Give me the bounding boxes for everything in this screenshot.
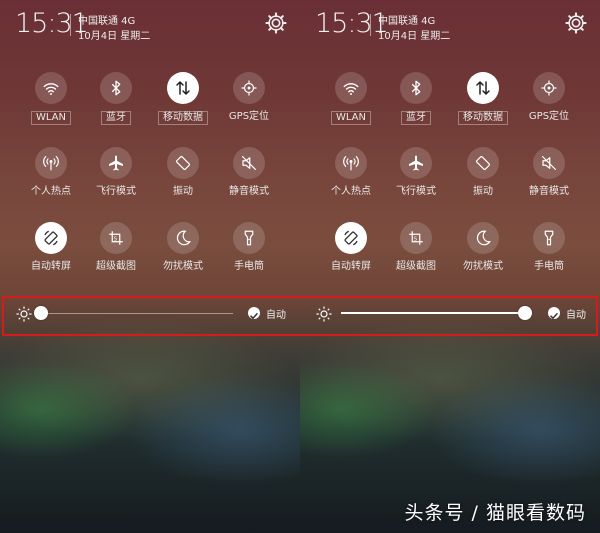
tile-label: WLAN <box>330 111 371 125</box>
tile-label: 手电筒 <box>534 261 564 272</box>
vibrate-icon <box>467 147 499 179</box>
tile-mute[interactable]: 静音模式 <box>215 147 283 198</box>
tile-label: 勿扰模式 <box>163 261 203 272</box>
mute-icon <box>233 147 265 179</box>
hotspot-icon <box>335 147 367 179</box>
mobile-data-icon <box>167 72 199 104</box>
tile-gps[interactable]: GPS定位 <box>215 72 283 123</box>
mute-icon <box>533 147 565 179</box>
screenshot-icon: S <box>400 222 432 254</box>
tile-label: 手电筒 <box>234 261 264 272</box>
tile-vibrate[interactable]: 振动 <box>449 147 517 198</box>
tile-flashlight[interactable]: 手电筒 <box>515 222 583 273</box>
tile-label: 自动转屏 <box>31 261 71 272</box>
carrier-label: 中国联通 4G <box>78 16 136 27</box>
auto-brightness-label: 自动 <box>266 310 286 321</box>
sun-icon <box>16 306 32 322</box>
auto-rotate-icon <box>35 222 67 254</box>
tile-label: 静音模式 <box>229 186 269 197</box>
brightness-slider-thumb[interactable] <box>518 306 532 320</box>
mobile-data-icon <box>467 72 499 104</box>
tile-wlan[interactable]: WLAN <box>17 72 85 125</box>
tile-hotspot[interactable]: 个人热点 <box>17 147 85 198</box>
tile-flashlight[interactable]: 手电筒 <box>215 222 283 273</box>
gps-icon <box>233 72 265 104</box>
airplane-icon <box>100 147 132 179</box>
tile-label: 振动 <box>473 186 493 197</box>
flashlight-icon <box>533 222 565 254</box>
tile-auto-rotate[interactable]: 自动转屏 <box>17 222 85 273</box>
tile-wlan[interactable]: WLAN <box>317 72 385 125</box>
sun-icon <box>316 306 332 322</box>
brightness-fill <box>341 312 525 314</box>
tile-label: GPS定位 <box>528 111 570 122</box>
tile-label: 超级截图 <box>96 261 136 272</box>
brightness-track[interactable] <box>41 313 233 314</box>
tile-bluetooth[interactable]: 蓝牙 <box>82 72 150 125</box>
tile-label: 蓝牙 <box>401 111 431 125</box>
vibrate-icon <box>167 147 199 179</box>
gear-icon[interactable] <box>565 12 587 34</box>
brightness-row: 自动 <box>0 296 300 332</box>
tile-label: 移动数据 <box>158 111 208 125</box>
tile-label: 飞行模式 <box>396 186 436 197</box>
hotspot-icon <box>35 147 67 179</box>
clock-time: 15:31 <box>15 8 89 39</box>
moon-icon <box>167 222 199 254</box>
tile-mobile-data[interactable]: 移动数据 <box>149 72 217 125</box>
brightness-row: 自动 <box>300 296 600 332</box>
watermark: 头条号 / 猫眼看数码 <box>404 502 586 524</box>
tile-bluetooth[interactable]: 蓝牙 <box>382 72 450 125</box>
clock-time: 15:31 <box>315 8 389 39</box>
airplane-icon <box>400 147 432 179</box>
wifi-icon <box>335 72 367 104</box>
bluetooth-icon <box>100 72 132 104</box>
tile-label: 自动转屏 <box>331 261 371 272</box>
gps-icon <box>533 72 565 104</box>
date-label: 10月4日 星期二 <box>78 31 151 42</box>
tile-label: GPS定位 <box>228 111 270 122</box>
tile-label: 静音模式 <box>529 186 569 197</box>
tile-airplane[interactable]: 飞行模式 <box>382 147 450 198</box>
auto-brightness-label: 自动 <box>566 310 586 321</box>
tile-gps[interactable]: GPS定位 <box>515 72 583 123</box>
tile-screenshot[interactable]: S 超级截图 <box>82 222 150 273</box>
tile-label: 勿扰模式 <box>463 261 503 272</box>
status-divider <box>70 14 71 36</box>
tile-auto-rotate[interactable]: 自动转屏 <box>317 222 385 273</box>
tile-mobile-data[interactable]: 移动数据 <box>449 72 517 125</box>
checkmark-icon[interactable] <box>548 307 560 320</box>
tile-label: 移动数据 <box>458 111 508 125</box>
left-screenshot: 15:31 中国联通 4G 10月4日 星期二 WLAN 蓝牙 移动数据 GPS… <box>0 0 300 533</box>
tile-label: 振动 <box>173 186 193 197</box>
brightness-slider-thumb[interactable] <box>34 306 48 320</box>
tile-do-not-disturb[interactable]: 勿扰模式 <box>449 222 517 273</box>
auto-rotate-icon <box>335 222 367 254</box>
tile-label: 蓝牙 <box>101 111 131 125</box>
tile-label: 个人热点 <box>31 186 71 197</box>
tile-mute[interactable]: 静音模式 <box>515 147 583 198</box>
tile-airplane[interactable]: 飞行模式 <box>82 147 150 198</box>
tile-label: 个人热点 <box>331 186 371 197</box>
status-divider <box>370 14 371 36</box>
tile-hotspot[interactable]: 个人热点 <box>317 147 385 198</box>
tile-label: WLAN <box>30 111 71 125</box>
date-label: 10月4日 星期二 <box>378 31 451 42</box>
tile-vibrate[interactable]: 振动 <box>149 147 217 198</box>
tile-label: 超级截图 <box>396 261 436 272</box>
bluetooth-icon <box>400 72 432 104</box>
screenshot-icon: S <box>100 222 132 254</box>
tile-screenshot[interactable]: S 超级截图 <box>382 222 450 273</box>
gear-icon[interactable] <box>265 12 287 34</box>
tile-do-not-disturb[interactable]: 勿扰模式 <box>149 222 217 273</box>
wifi-icon <box>35 72 67 104</box>
checkmark-icon[interactable] <box>248 307 260 320</box>
right-screenshot: 15:31 中国联通 4G 10月4日 星期二 WLAN 蓝牙 移动数据 GPS… <box>300 0 600 533</box>
carrier-label: 中国联通 4G <box>378 16 436 27</box>
moon-icon <box>467 222 499 254</box>
tile-label: 飞行模式 <box>96 186 136 197</box>
flashlight-icon <box>233 222 265 254</box>
